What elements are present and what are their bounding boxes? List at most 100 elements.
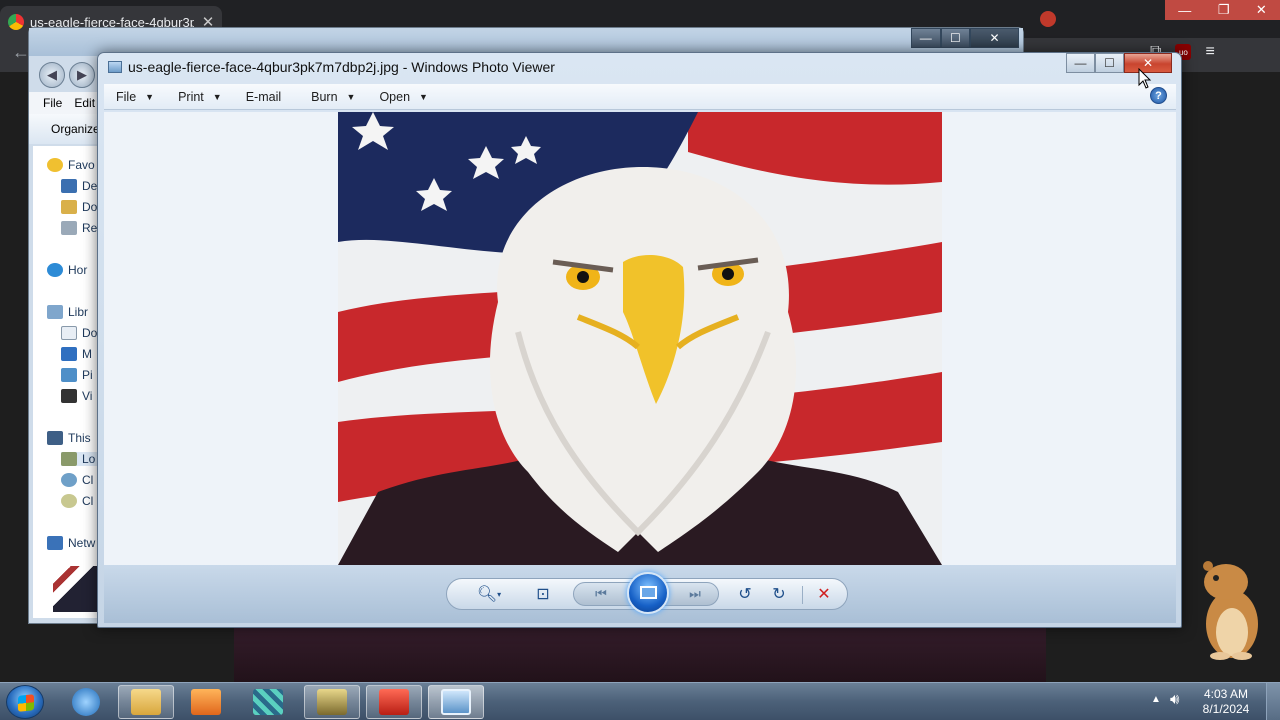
volume-icon[interactable]: 🔊︎ [1170,691,1179,708]
nav-item-downloads[interactable]: Do [61,200,97,214]
taskbar-file-explorer[interactable] [118,685,174,719]
menu-open[interactable]: Open ▼ [367,90,440,104]
controls-separator [802,586,803,604]
desktop-icon [61,179,77,193]
explorer-menu-file[interactable]: File [43,96,62,110]
explorer-forward-icon[interactable]: ▶ [69,62,95,88]
nav-item-documents[interactable]: Do [61,326,97,340]
viewer-title-text: us-eagle-fierce-face-4qbur3pk7m7dbp2j.jp… [128,59,555,75]
chevron-down-icon: ▼ [419,91,428,102]
show-hidden-icons-icon[interactable]: ▲ [1151,694,1161,705]
viewer-controls-pill: 🔍︎ ▾ ⊡ ⏮ ⏭ ↺ ↻ ✕ [446,572,848,614]
pictures-icon [61,368,77,382]
browser-close-icon[interactable]: ✕ [1256,2,1267,18]
browser-bg-tab[interactable] [1040,8,1062,30]
explorer-nav-buttons: ◀ ▶ [39,62,95,88]
explorer-thumbnail-eagle[interactable] [53,566,97,612]
nav-item-libraries[interactable]: Libr [47,305,88,319]
menu-file[interactable]: File ▼ [104,90,166,104]
rotate-clockwise-icon[interactable]: ↻ [765,579,793,609]
nav-item-cd-drive-1[interactable]: Cl [61,473,93,487]
videos-icon [61,389,77,403]
explorer-navigation-pane: Favo De Do Re Hor Libr Do M Pi Vi This L… [33,146,121,618]
taskbar: ▲ 🔊︎ 4:03 AM 8/1/2024 [0,682,1280,720]
viewer-titlebar[interactable]: us-eagle-fierce-face-4qbur3pk7m7dbp2j.jp… [98,53,1181,81]
viewer-image-area [104,112,1176,565]
cd-drive-icon [61,473,77,487]
nav-item-this-pc[interactable]: This [47,431,91,445]
box-app-icon [317,689,347,715]
viewer-minimize-button[interactable]: — [1066,53,1095,73]
taskbar-photo-viewer[interactable] [428,685,484,719]
browser-minimize-icon[interactable]: — [1178,3,1191,18]
internet-explorer-icon [72,688,100,716]
show-desktop-button[interactable] [1266,683,1280,720]
viewer-window-controls[interactable]: — ☐ ✕ [1066,53,1176,73]
nav-item-music[interactable]: M [61,347,92,361]
taskbar-pixel-app[interactable] [240,685,296,719]
chrome-favicon-icon [8,14,24,30]
rotate-counterclockwise-icon[interactable]: ↺ [731,579,759,609]
browser-menu-icon[interactable]: ≡ [1205,43,1214,61]
taskbar-internet-explorer[interactable] [58,685,114,719]
recent-icon [61,221,77,235]
chevron-down-icon: ▼ [145,91,155,102]
organize-button[interactable]: Organize [51,122,100,136]
help-icon[interactable]: ? [1150,87,1167,104]
network-icon [47,536,63,550]
bg-tab-favicon-icon [1040,11,1056,27]
viewer-maximize-button[interactable]: ☐ [1095,53,1124,73]
actual-size-icon[interactable]: ⊡ [529,579,557,609]
explorer-minimize-button[interactable]: — [911,28,941,48]
previous-icon[interactable]: ⏮ [583,579,619,609]
taskbar-media-player[interactable] [178,685,234,719]
taskbar-red-app[interactable] [366,685,422,719]
folder-icon [131,689,161,715]
homegroup-icon [47,263,63,277]
chevron-down-icon: ▼ [346,91,356,102]
library-icon [47,305,63,319]
delete-icon[interactable]: ✕ [811,579,837,609]
explorer-menu-edit[interactable]: Edit [74,96,95,110]
explorer-back-icon[interactable]: ◀ [39,62,65,88]
system-clock[interactable]: 4:03 AM 8/1/2024 [1196,687,1256,717]
slideshow-button[interactable] [627,572,669,614]
clock-date: 8/1/2024 [1202,702,1250,716]
explorer-maximize-button[interactable]: ☐ [940,28,971,48]
media-player-icon [191,689,221,715]
nav-item-homegroup[interactable]: Hor [47,263,87,277]
photo-viewer-window[interactable]: us-eagle-fierce-face-4qbur3pk7m7dbp2j.jp… [97,52,1182,628]
nav-item-pictures[interactable]: Pi [61,368,93,382]
nav-item-favorites[interactable]: Favo [47,158,95,172]
browser-restore-icon[interactable]: ❐ [1218,2,1230,18]
taskbar-box-app[interactable] [304,685,360,719]
clock-time: 4:03 AM [1203,687,1249,701]
music-icon [61,347,77,361]
mouse-cursor-icon [1138,68,1152,89]
explorer-close-button[interactable]: ✕ [970,28,1019,48]
documents-icon [61,326,77,340]
next-icon[interactable]: ⏭ [677,579,713,609]
nav-item-desktop[interactable]: De [61,179,97,193]
menu-print[interactable]: Print ▼ [166,90,234,104]
browser-window-controls[interactable]: — ❐ ✕ [1165,0,1280,20]
pixel-app-icon [253,689,283,715]
local-disk-icon [61,452,77,466]
menu-burn[interactable]: Burn ▼ [299,90,367,104]
computer-icon [47,431,63,445]
eagle-photo [338,112,942,565]
zoom-icon[interactable]: 🔍︎ ▾ [471,579,507,609]
hamster-desktop-pet[interactable] [1196,558,1266,662]
nav-item-recent[interactable]: Re [61,221,97,235]
slideshow-icon [640,586,657,599]
chevron-down-icon: ▼ [212,91,222,102]
nav-item-cd-drive-2[interactable]: Cl [61,494,93,508]
nav-item-network[interactable]: Netw [47,536,95,550]
menu-email[interactable]: E-mail [234,90,293,104]
photo-viewer-icon [441,689,471,715]
cd-drive-icon [61,494,77,508]
viewer-menubar: File ▼ Print ▼ E-mail Burn ▼ Open ▼ [104,84,1176,110]
start-button[interactable] [6,685,44,719]
explorer-window-controls[interactable]: — ☐ ✕ [911,28,1019,48]
nav-item-videos[interactable]: Vi [61,389,92,403]
